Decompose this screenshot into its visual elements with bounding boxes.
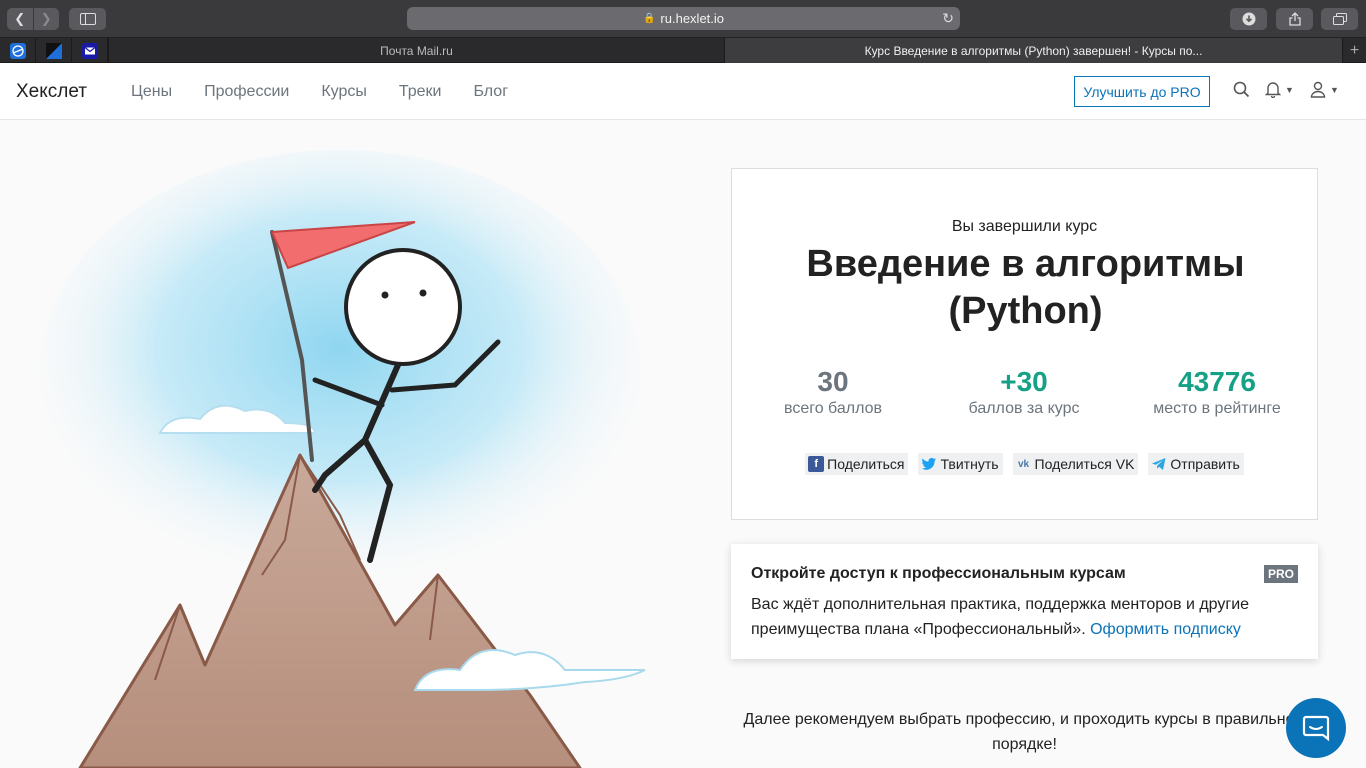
share-label: Поделиться VK [1034,456,1135,472]
stat-total-points: 30 всего баллов [738,366,928,418]
pinned-tabs [0,38,108,63]
url-text: ru.hexlet.io [660,11,725,26]
tab-bar: Почта Mail.ru Курс Введение в алгоритмы … [0,38,1366,63]
address-bar[interactable]: 🔒 ru.hexlet.io ↻ [407,7,960,30]
main-nav: Цены Профессии Курсы Треки Блог [131,83,508,101]
globe-icon [9,42,26,59]
sidebar-toggle-button[interactable] [69,8,106,30]
stat-rating-place: 43776 место в рейтинге [1122,366,1312,418]
user-menu-button[interactable]: ▼ [1310,81,1339,98]
share-label: Твитнуть [940,456,999,472]
lock-icon: 🔒 [642,13,656,24]
downloads-button[interactable] [1230,8,1267,30]
user-icon [1310,81,1326,98]
tabs-overview-button[interactable] [1321,8,1358,30]
stat-value: 30 [817,366,849,397]
support-chat-button[interactable] [1286,698,1346,758]
upgrade-pro-button[interactable]: Улучшить до PRO [1074,76,1210,107]
bell-icon [1265,82,1281,98]
nav-item-tracks[interactable]: Треки [399,83,442,101]
nav-item-blog[interactable]: Блог [473,83,508,101]
reload-icon[interactable]: ↻ [942,10,954,27]
stat-label: место в рейтинге [1153,400,1281,417]
notifications-button[interactable]: ▼ [1265,81,1294,98]
stat-label: баллов за курс [968,400,1080,417]
recommend-line: порядке! [992,736,1057,753]
share-vk-button[interactable]: vk Поделиться VK [1012,453,1139,475]
completion-subtitle: Вы завершили курс [951,218,1098,235]
search-button[interactable] [1233,81,1250,98]
chevron-down-icon: ▼ [1330,84,1339,95]
vk-icon: vk [1017,458,1030,470]
browser-toolbar: ❮ ❯ 🔒 ru.hexlet.io ↻ [0,0,1366,38]
tab-title: Почта Mail.ru [380,43,453,58]
stat-course-points: +30 баллов за курс [929,366,1119,418]
share-facebook-button[interactable]: f Поделиться [805,453,909,475]
plus-icon: + [1349,41,1360,59]
recommend-line: Далее рекомендуем выбрать профессию, и п… [743,711,1306,728]
completion-card: Вы завершили курс Введение в алгоритмы (… [731,168,1318,520]
pinned-tab[interactable] [0,38,36,63]
tab-title: Курс Введение в алгоритмы (Python) завер… [864,43,1203,58]
share-label: Поделиться [827,456,905,472]
site-logo[interactable]: Хекслет [16,81,87,103]
pro-description: Вас ждёт дополнительная практика, поддер… [751,592,1301,642]
chevron-left-icon: ❮ [14,11,26,26]
stat-value: 43776 [1178,366,1256,397]
subscribe-link[interactable]: Оформить подписку [1090,621,1241,638]
pinned-tab[interactable] [72,38,108,63]
stat-value: +30 [1000,366,1048,397]
share-button[interactable] [1276,8,1313,30]
telegram-icon [1151,456,1167,472]
tabs-icon [1332,13,1347,25]
nav-item-professions[interactable]: Профессии [204,83,289,101]
search-icon [1233,81,1250,98]
pro-title: Откройте доступ к профессиональным курса… [751,565,1126,582]
share-label: Отправить [1170,456,1240,472]
chat-icon [1302,715,1330,741]
mail-icon [81,42,98,59]
sidebar-icon [79,13,96,25]
pinned-tab[interactable] [36,38,72,63]
chevron-right-icon: ❯ [40,11,52,26]
stat-label: всего баллов [784,400,882,417]
forward-button[interactable]: ❯ [32,8,60,30]
download-icon [1242,12,1255,26]
tab-course[interactable]: Курс Введение в алгоритмы (Python) завер… [724,38,1342,63]
share-telegram-button[interactable]: Отправить [1148,453,1244,475]
site-header: Хекслет Цены Профессии Курсы Треки Блог … [0,63,1366,120]
brand-icon [45,42,62,59]
recommendation-text: Далее рекомендуем выбрать профессию, и п… [731,707,1318,757]
tab-mail[interactable]: Почта Mail.ru [108,38,724,63]
pro-promo-card: Откройте доступ к профессиональным курса… [731,544,1318,659]
nav-item-courses[interactable]: Курсы [321,83,367,101]
new-tab-button[interactable]: + [1342,38,1366,63]
course-title: Введение в алгоритмы (Python) [806,243,1245,332]
nav-item-prices[interactable]: Цены [131,83,172,101]
share-twitter-button[interactable]: Твитнуть [918,453,1003,475]
history-nav: ❮ ❯ [7,8,59,30]
pro-badge: PRO [1263,565,1298,583]
share-buttons: f Поделиться Твитнуть vk Поделиться VK О… [732,453,1317,475]
chevron-down-icon: ▼ [1285,84,1294,95]
mountain-illustration [40,150,646,768]
back-button[interactable]: ❮ [7,8,33,30]
share-icon [1288,12,1301,26]
twitter-icon [921,456,937,472]
facebook-icon: f [808,456,825,472]
